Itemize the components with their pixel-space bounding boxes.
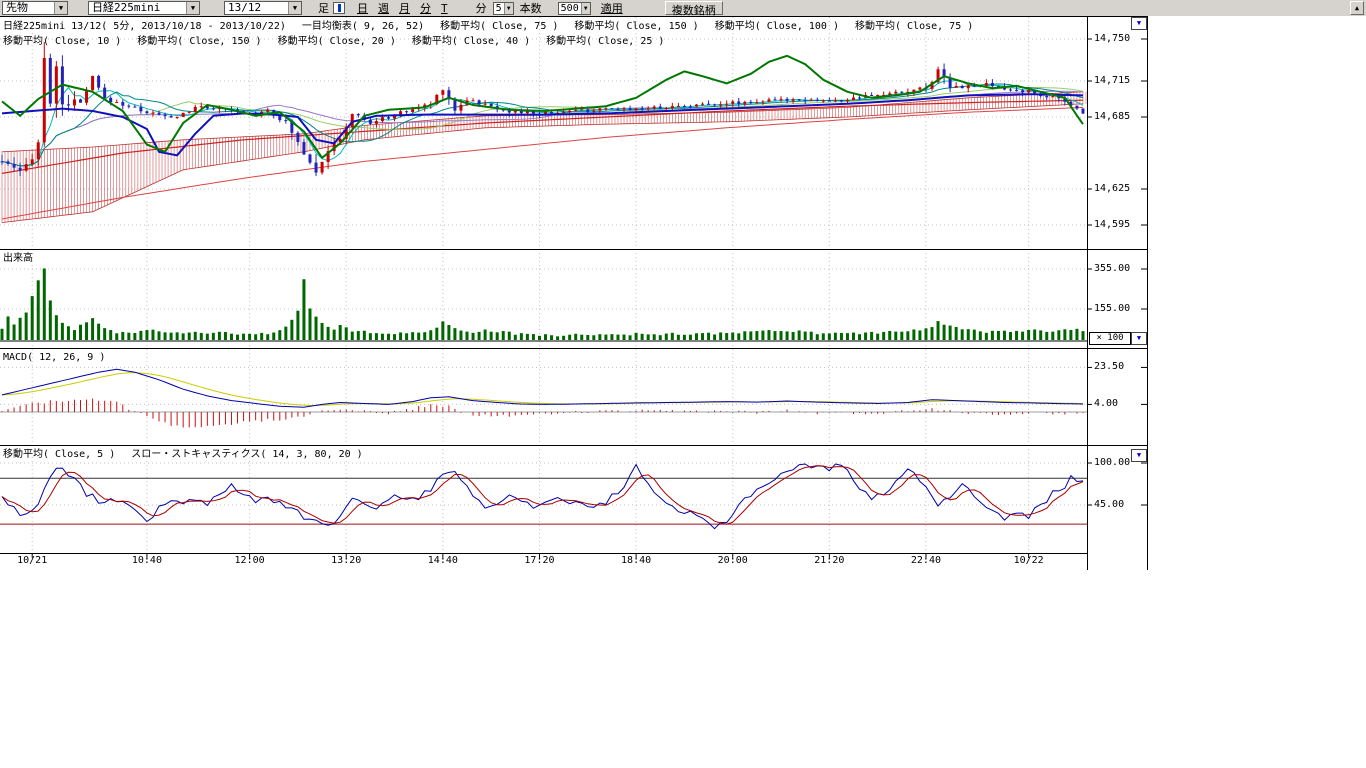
spinner-arrow-icon[interactable]: ▼ <box>504 3 513 14</box>
instrument-type-value: 先物 <box>3 2 54 14</box>
period-week-button[interactable]: 週 <box>378 0 389 16</box>
dropdown-arrow-icon[interactable]: ▼ <box>288 2 301 14</box>
contract-month-value: 13/12 <box>225 2 288 14</box>
toolbar: 先物 ▼ 日経225mini ▼ 13/12 ▼ 足 日 週 月 分 T 分 5… <box>0 0 1366 16</box>
contract-month-select[interactable]: 13/12 ▼ <box>224 1 302 15</box>
instrument-type-select[interactable]: 先物 ▼ <box>2 1 68 15</box>
ashi-label: 足 <box>318 0 329 16</box>
minute-value: 5 <box>494 3 504 14</box>
period-day-button[interactable]: 日 <box>357 0 368 16</box>
period-tick-button[interactable]: T <box>441 2 448 15</box>
apply-button[interactable]: 適用 <box>601 0 623 16</box>
volume-panel-collapse-arrow[interactable]: ▼ <box>1131 332 1147 345</box>
bars-value: 500 <box>559 3 581 14</box>
dropdown-arrow-icon[interactable]: ▼ <box>186 2 199 14</box>
trading-chart-window: { "toolbar": { "instrument_type": "先物", … <box>0 0 1366 768</box>
candle-type-icon[interactable] <box>333 2 345 14</box>
stochastics-panel-collapse-arrow[interactable]: ▼ <box>1131 449 1147 462</box>
period-minute-button[interactable]: 分 <box>420 0 431 16</box>
dropdown-arrow-icon[interactable]: ▼ <box>54 2 67 14</box>
bars-label: 本数 <box>520 0 542 16</box>
multi-symbol-button[interactable]: 複数銘柄 <box>665 1 723 15</box>
minute-input[interactable]: 5 ▼ <box>493 2 514 15</box>
scroll-up-button[interactable]: ▲ <box>1350 1 1364 15</box>
symbol-select[interactable]: 日経225mini ▼ <box>88 1 200 15</box>
price-panel-collapse-arrow[interactable]: ▼ <box>1131 17 1147 30</box>
symbol-value: 日経225mini <box>89 2 186 14</box>
minute-label: 分 <box>476 0 487 16</box>
chart-canvas[interactable] <box>0 0 1366 768</box>
bars-input[interactable]: 500 ▼ <box>558 2 591 15</box>
period-month-button[interactable]: 月 <box>399 0 410 16</box>
spinner-arrow-icon[interactable]: ▼ <box>581 3 590 14</box>
